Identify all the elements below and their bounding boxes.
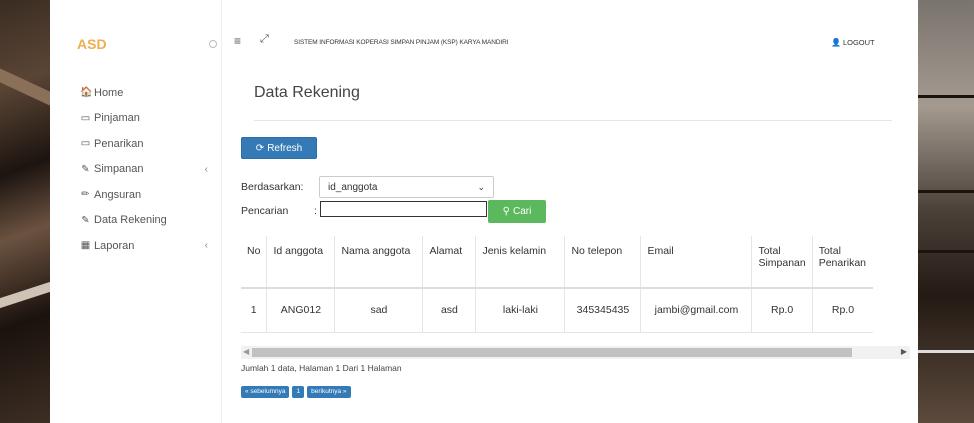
background-right <box>918 0 974 423</box>
sidebar-item-label: Angsuran <box>94 188 142 201</box>
sidebar-item-label: Home <box>94 86 124 99</box>
page-number-button[interactable]: 1 <box>292 386 305 398</box>
column-header: Total Penarikan <box>811 236 874 289</box>
brand-row: ASD <box>77 36 217 52</box>
search-input[interactable] <box>320 201 487 217</box>
refresh-label: Refresh <box>267 142 303 154</box>
chevron-left-icon: ‹ <box>204 240 208 252</box>
sidebar-item-pinjaman[interactable]: ▭ Pinjaman <box>80 106 210 132</box>
table-cell: 1 <box>241 288 267 333</box>
pagination: « sebelumnya 1 berikutnya » <box>241 386 351 398</box>
table-cell: Rp.0 <box>811 288 874 333</box>
logout-link[interactable]: 👤 LOGOUT <box>831 38 875 47</box>
table-cell: ANG012 <box>266 288 335 333</box>
chevron-down-icon: ⌄ <box>477 181 485 192</box>
column-header: Nama anggota <box>334 236 423 289</box>
credit-card-icon: ▭ <box>80 112 91 124</box>
app-title: SISTEM INFORMASI KOPERASI SIMPAN PINJAM … <box>294 39 509 46</box>
search-button-label: Cari <box>512 206 532 217</box>
menu-icon[interactable]: ≡ <box>234 34 241 48</box>
topbar: ≡ ⤢ SISTEM INFORMASI KOPERASI SIMPAN PIN… <box>222 30 918 56</box>
logout-label: LOGOUT <box>842 38 875 47</box>
column-header: Email <box>640 236 752 289</box>
filter-select-value: id_anggota <box>328 181 378 193</box>
prev-page-button[interactable]: « sebelumnya <box>241 386 290 398</box>
sidebar-item-label: Simpanan <box>94 163 144 176</box>
search-label: Pencarian <box>241 205 289 217</box>
column-header: Total Simpanan <box>751 236 813 289</box>
pagination-summary: Jumlah 1 data, Halaman 1 Dari 1 Halaman <box>241 363 402 373</box>
column-header: Alamat <box>422 236 476 289</box>
column-header: No <box>241 236 267 289</box>
background-beam <box>918 250 974 253</box>
sidebar-nav: 🏠 Home ▭ Pinjaman ▭ Penarikan ✎ Simpanan ‹ ✏… <box>80 80 210 259</box>
table-cell: sad <box>334 288 423 333</box>
next-page-button[interactable]: berikutnya » <box>307 386 351 398</box>
scrollbar-thumb[interactable] <box>252 348 852 357</box>
table-header-row: No Id anggota Nama anggota Alamat Jenis … <box>241 236 874 289</box>
sidebar-item-label: Pinjaman <box>94 112 140 125</box>
table-cell: 345345435 <box>564 288 641 333</box>
edit-icon: ✎ <box>81 163 90 175</box>
refresh-button[interactable]: ⟳ Refresh <box>241 137 317 159</box>
calendar-icon: ▦ <box>80 240 91 252</box>
chevron-left-icon: ‹ <box>204 163 208 175</box>
table-row: 1 ANG012 sad asd laki-laki 345345435 jam… <box>241 288 874 333</box>
table-cell: asd <box>422 288 476 333</box>
search-colon: : <box>314 205 317 217</box>
background-beam <box>0 68 50 106</box>
table-cell: jambi@gmail.com <box>640 288 752 333</box>
search-button[interactable]: ⚲ Cari <box>488 200 546 223</box>
expand-icon[interactable]: ⤢ <box>260 33 269 46</box>
pencil-icon: ✏ <box>81 189 90 201</box>
divider <box>254 120 892 121</box>
page-title: Data Rekening <box>254 84 360 101</box>
sidebar-item-home[interactable]: 🏠 Home <box>80 80 210 106</box>
background-beam <box>918 95 974 98</box>
edit-icon: ✎ <box>81 214 90 226</box>
sidebar-item-angsuran[interactable]: ✏ Angsuran <box>80 182 210 208</box>
background-beam <box>918 190 974 193</box>
scroll-left-icon[interactable]: ◀ <box>243 347 249 356</box>
sidebar-item-label: Penarikan <box>94 137 144 150</box>
credit-card-icon: ▭ <box>80 138 91 150</box>
user-icon: 👤 <box>831 38 841 47</box>
table-cell: Rp.0 <box>751 288 813 333</box>
scroll-right-icon[interactable]: ▶ <box>901 347 907 356</box>
sidebar-item-label: Laporan <box>94 239 135 252</box>
data-table: No Id anggota Nama anggota Alamat Jenis … <box>241 236 874 333</box>
column-header: Jenis kelamin <box>475 236 565 289</box>
sidebar-item-laporan[interactable]: ▦ Laporan ‹ <box>80 233 210 259</box>
horizontal-scrollbar[interactable]: ◀ ▶ <box>241 346 910 359</box>
home-icon: 🏠 <box>80 87 93 99</box>
main-content: ≡ ⤢ SISTEM INFORMASI KOPERASI SIMPAN PIN… <box>222 0 918 423</box>
refresh-icon: ⟳ <box>255 142 265 154</box>
background-beam <box>918 350 974 353</box>
search-icon: ⚲ <box>502 206 510 217</box>
background-beam <box>0 281 50 309</box>
sidebar: ASD 🏠 Home ▭ Pinjaman ▭ Penarikan ✎ Simpanan… <box>50 0 222 423</box>
sidebar-item-label: Data Rekening <box>94 214 167 227</box>
sidebar-item-penarikan[interactable]: ▭ Penarikan <box>80 131 210 157</box>
brand-logo[interactable]: ASD <box>77 36 107 52</box>
sidebar-item-data-rekening[interactable]: ✎ Data Rekening <box>80 208 210 234</box>
background-left <box>0 0 50 423</box>
column-header: No telepon <box>564 236 641 289</box>
filter-label: Berdasarkan: <box>241 181 304 193</box>
column-header: Id anggota <box>266 236 335 289</box>
sidebar-toggle-icon[interactable] <box>209 40 217 48</box>
table-cell: laki-laki <box>475 288 565 333</box>
sidebar-item-simpanan[interactable]: ✎ Simpanan ‹ <box>80 157 210 183</box>
filter-select[interactable]: id_anggota ⌄ <box>319 176 494 198</box>
